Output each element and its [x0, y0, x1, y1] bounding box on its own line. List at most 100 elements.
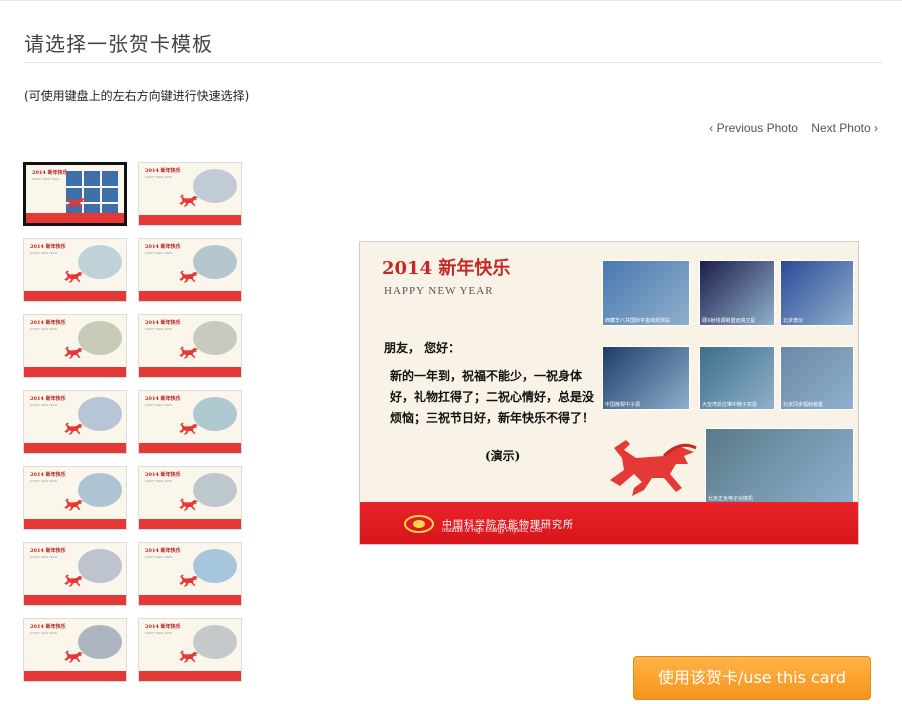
- photo-caption: 大亚湾反应堆中微子实验: [702, 402, 758, 408]
- thumb-footer-band: [139, 671, 241, 681]
- thumb-subtitle: HAPPY NEW YEAR: [145, 631, 172, 635]
- thumb-photo: [193, 321, 237, 355]
- horse-icon: [179, 650, 199, 664]
- thumb-footer-band: [24, 519, 126, 529]
- card-thumbnail[interactable]: 2014 新年快乐 HAPPY NEW YEAR: [23, 618, 127, 682]
- thumb-title: 2014 新年快乐: [145, 168, 181, 174]
- thumb-photo: [78, 625, 122, 659]
- thumb-photo: [78, 321, 122, 355]
- photo-caption: 北京谱仪: [783, 318, 804, 324]
- thumb-footer-band: [26, 213, 124, 223]
- thumb-footer-band: [24, 367, 126, 377]
- photo-nav: ‹ Previous Photo Next Photo ›: [709, 121, 878, 135]
- photo-caption: 西藏羊八井国际宇宙线观测站: [605, 318, 671, 324]
- thumb-subtitle: HAPPY NEW YEAR: [30, 251, 57, 255]
- horse-icon: [179, 194, 199, 208]
- card-thumbnail[interactable]: 2014 新年快乐 HAPPY NEW YEAR: [138, 466, 242, 530]
- thumb-photo: [78, 397, 122, 431]
- card-greeting: 朋友， 您好：: [384, 341, 461, 355]
- thumb-title: 2014 新年快乐: [30, 548, 66, 554]
- card-thumbnail[interactable]: 2014 新年快乐 HAPPY NEW YEAR: [23, 542, 127, 606]
- card-thumbnail[interactable]: 2014 新年快乐 HAPPY NEW YEAR: [138, 542, 242, 606]
- thumb-photo: [78, 245, 122, 279]
- thumb-subtitle: HAPPY NEW YEAR: [30, 555, 57, 559]
- card-thumbnail[interactable]: 2014 新年快乐 HAPPY NEW YEAR: [138, 314, 242, 378]
- thumb-title: 2014 新年快乐: [145, 244, 181, 250]
- card-photo: 中国散裂中子源: [602, 346, 690, 410]
- horse-icon: [179, 422, 199, 436]
- horse-icon: [179, 346, 199, 360]
- card-thumbnail[interactable]: 2014 新年快乐 HAPPY NEW YEAR: [138, 390, 242, 454]
- thumb-title: 2014 新年快乐: [30, 396, 66, 402]
- thumb-title: 2014 新年快乐: [30, 472, 66, 478]
- thumb-photo: [193, 625, 237, 659]
- thumb-photo: [193, 245, 237, 279]
- horse-icon: [64, 650, 84, 664]
- thumb-subtitle: HAPPY NEW YEAR: [145, 175, 172, 179]
- thumb-subtitle: HAPPY NEW YEAR: [145, 479, 172, 483]
- thumb-footer-band: [24, 595, 126, 605]
- card-message: 新的一年到，祝福不能少，一祝身体好，礼物扛得了；二祝心情好，总是没烦恼；三祝节日…: [390, 369, 595, 425]
- institute-name-en: Institute of High Energy Physics, CAS: [442, 528, 543, 534]
- thumb-title: 2014 新年快乐: [145, 396, 181, 402]
- photo-caption: 北京同步辐射装置: [783, 402, 824, 408]
- horse-icon: [64, 270, 84, 284]
- thumb-title: 2014 新年快乐: [32, 170, 68, 176]
- horse-icon: [179, 574, 199, 588]
- horse-icon: [610, 440, 697, 496]
- card-thumbnail[interactable]: 2014 新年快乐 HAPPY NEW YEAR: [138, 618, 242, 682]
- card-photo: 北京正负电子对撞机: [705, 428, 854, 504]
- thumb-title: 2014 新年快乐: [145, 472, 181, 478]
- thumb-title: 2014 新年快乐: [30, 624, 66, 630]
- card-thumbnail[interactable]: 2014 新年快乐 HAPPY NEW YEAR: [23, 238, 127, 302]
- card-photo: 北京谱仪: [780, 260, 854, 326]
- thumb-photo: [78, 473, 122, 507]
- previous-photo-link[interactable]: ‹ Previous Photo: [709, 121, 798, 135]
- card-photo: 大亚湾反应堆中微子实验: [699, 346, 775, 410]
- card-thumbnail[interactable]: 2014 新年快乐 HAPPY NEW YEAR: [23, 390, 127, 454]
- use-card-button[interactable]: 使用该贺卡/use this card: [633, 656, 871, 700]
- thumb-subtitle: HAPPY NEW YEAR: [145, 403, 172, 407]
- thumb-subtitle: HAPPY NEW YEAR: [30, 327, 57, 331]
- thumb-footer-band: [139, 519, 241, 529]
- horse-icon: [179, 270, 199, 284]
- thumb-subtitle: HAPPY NEW YEAR: [145, 555, 172, 559]
- thumb-footer-band: [139, 215, 241, 225]
- thumb-footer-band: [24, 291, 126, 301]
- horse-icon: [179, 498, 199, 512]
- card-thumbnail[interactable]: 2014 新年快乐 HAPPY NEW YEAR: [138, 238, 242, 302]
- thumb-photo: [193, 549, 237, 583]
- horse-icon: [64, 498, 84, 512]
- card-thumbnail[interactable]: 2014 新年快乐 HAPPY NEW YEAR: [23, 162, 127, 226]
- photo-caption: 硬X射线调制望远镜卫星: [702, 318, 756, 324]
- photo-caption: 北京正负电子对撞机: [708, 496, 754, 502]
- keyboard-hint: (可使用键盘上的左右方向键进行快速选择): [24, 89, 250, 103]
- institute-logo-icon: [404, 515, 434, 533]
- thumb-footer-band: [24, 443, 126, 453]
- thumb-subtitle: HAPPY NEW YEAR: [32, 177, 59, 181]
- thumb-photo: [193, 169, 237, 203]
- thumb-title: 2014 新年快乐: [30, 320, 66, 326]
- next-photo-link[interactable]: Next Photo ›: [811, 121, 878, 135]
- thumb-photo: [193, 397, 237, 431]
- horse-icon: [66, 196, 86, 210]
- thumb-title: 2014 新年快乐: [30, 244, 66, 250]
- card-signature: (演示): [485, 449, 521, 463]
- photo-caption: 中国散裂中子源: [605, 402, 641, 408]
- thumb-subtitle: HAPPY NEW YEAR: [30, 403, 57, 407]
- thumb-subtitle: HAPPY NEW YEAR: [145, 327, 172, 331]
- thumb-footer-band: [139, 367, 241, 377]
- thumb-subtitle: HAPPY NEW YEAR: [145, 251, 172, 255]
- thumb-subtitle: HAPPY NEW YEAR: [30, 631, 57, 635]
- thumb-photo: [193, 473, 237, 507]
- horse-icon: [64, 422, 84, 436]
- top-border: [0, 0, 902, 1]
- card-thumbnail[interactable]: 2014 新年快乐 HAPPY NEW YEAR: [23, 314, 127, 378]
- thumb-subtitle: HAPPY NEW YEAR: [30, 479, 57, 483]
- card-photo: 硬X射线调制望远镜卫星: [699, 260, 775, 326]
- thumb-title: 2014 新年快乐: [145, 320, 181, 326]
- card-thumbnail[interactable]: 2014 新年快乐 HAPPY NEW YEAR: [138, 162, 242, 226]
- card-thumbnail[interactable]: 2014 新年快乐 HAPPY NEW YEAR: [23, 466, 127, 530]
- divider: [24, 62, 882, 63]
- card-title: 2014 新年快乐: [382, 258, 511, 279]
